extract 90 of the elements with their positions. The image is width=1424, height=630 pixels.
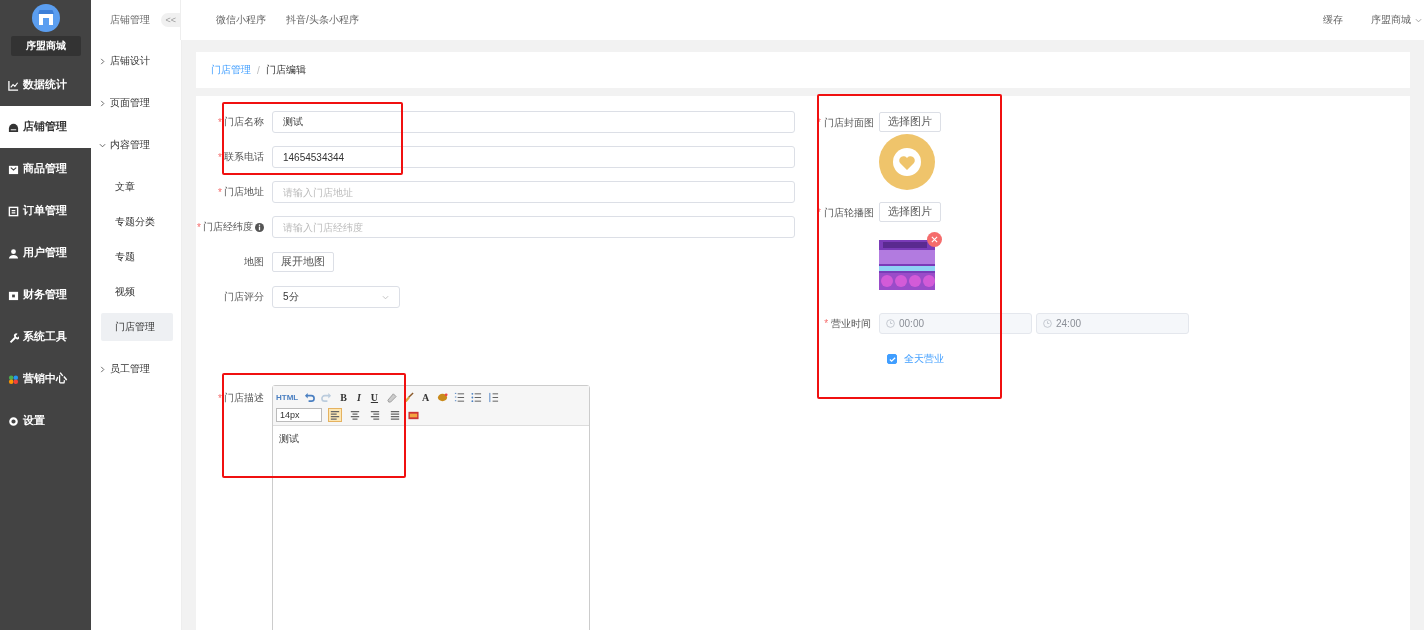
dome-icon <box>8 121 19 133</box>
required-mark: * <box>218 392 222 404</box>
list-icon <box>8 205 19 217</box>
editor-content: 测试 <box>278 432 300 446</box>
rich-text-editor[interactable]: HTML B I U A 14px 测试 <box>272 385 590 630</box>
choose-image-button[interactable]: 选择图片 <box>879 202 941 222</box>
chevron-icon <box>382 293 389 301</box>
sidebar-item[interactable]: 营销中心 <box>0 358 91 400</box>
map-button[interactable]: 展开地图 <box>272 252 334 272</box>
align-button[interactable] <box>388 408 402 422</box>
section-title: 店铺管理 <box>110 13 150 27</box>
field-label: 门店地址 <box>224 185 264 199</box>
user-menu[interactable]: 序盟商城 <box>1371 13 1422 27</box>
sidebar-item[interactable]: 商品管理 <box>0 148 91 190</box>
chevron-icon <box>99 141 106 149</box>
clock-icon <box>1043 319 1052 328</box>
sidebar-item[interactable]: 系统工具 <box>0 316 91 358</box>
chevron-icon <box>99 99 106 107</box>
settings-icon <box>8 415 19 427</box>
required-mark: * <box>824 318 829 329</box>
sidebar-item[interactable]: 设置 <box>0 400 91 442</box>
rating-select[interactable]: 5分 <box>272 286 400 308</box>
text-field[interactable]: 14654534344 <box>272 146 795 168</box>
html-button[interactable]: HTML <box>276 392 299 402</box>
wrench-icon <box>8 331 19 343</box>
nav-group[interactable]: 页面管理 <box>91 82 181 124</box>
field-label: 门店轮播图 <box>823 207 874 218</box>
close-icon <box>931 236 938 243</box>
pinwheel-icon <box>8 373 19 385</box>
platform-tab[interactable]: 抖音/头条小程序 <box>286 13 359 27</box>
bag-icon <box>8 163 19 175</box>
user-icon <box>8 247 19 259</box>
remove-image-button[interactable] <box>927 232 942 247</box>
sidebar-item[interactable]: 订单管理 <box>0 190 91 232</box>
brand-label: 序盟商城 <box>10 36 81 56</box>
align-button[interactable] <box>328 408 342 422</box>
clock-icon <box>886 319 895 328</box>
nav-item[interactable]: 视频 <box>101 278 173 306</box>
choose-image-button[interactable]: 选择图片 <box>879 112 941 132</box>
nav-group[interactable]: 店铺设计 <box>91 40 181 82</box>
breadcrumb-current: 门店编辑 <box>265 63 306 77</box>
field-label: 门店评分 <box>224 290 264 304</box>
platform-tab[interactable]: 微信小程序 <box>216 13 266 27</box>
field-label: 门店名称 <box>224 115 264 129</box>
chart-icon <box>8 79 19 91</box>
bold-button[interactable]: B <box>338 391 349 403</box>
nav-item[interactable]: 专题 <box>101 243 173 271</box>
highlight-icon[interactable] <box>437 391 449 403</box>
field-label: 联系电话 <box>224 150 264 164</box>
field-label: 门店经纬度 <box>203 220 253 234</box>
image-icon[interactable] <box>408 409 419 421</box>
sidebar-item[interactable]: 财务管理 <box>0 274 91 316</box>
required-mark: * <box>218 116 222 128</box>
sidebar-item[interactable]: 用户管理 <box>0 232 91 274</box>
text-field[interactable]: 测试 <box>272 111 795 133</box>
line-height-icon[interactable] <box>488 391 500 403</box>
align-button[interactable] <box>368 408 382 422</box>
font-color-button[interactable]: A <box>420 391 432 403</box>
wallet-icon <box>8 289 19 301</box>
chevron-icon <box>99 57 106 65</box>
nav-item[interactable]: 门店管理 <box>101 313 173 341</box>
required-mark: * <box>218 151 222 163</box>
required-mark: * <box>197 221 201 233</box>
checkbox[interactable] <box>887 354 897 364</box>
bullet-list-icon[interactable] <box>471 391 483 403</box>
undo-icon[interactable] <box>304 391 316 403</box>
font-size-select[interactable]: 14px <box>276 408 322 422</box>
sidebar-item[interactable]: 数据统计 <box>0 64 91 106</box>
sidebar-item[interactable]: 店铺管理 <box>0 106 91 148</box>
italic-button[interactable]: I <box>354 391 363 403</box>
field-label: 地图 <box>244 255 264 269</box>
field-label: 门店封面图 <box>823 117 874 128</box>
text-field[interactable]: 请输入门店经纬度 <box>272 216 795 238</box>
nav-item[interactable]: 专题分类 <box>101 208 173 236</box>
brush-icon[interactable] <box>403 391 415 403</box>
nav-group[interactable]: 内容管理 <box>91 124 181 166</box>
align-button[interactable] <box>348 408 362 422</box>
field-label: 营业时间 <box>831 318 871 329</box>
chevron-icon <box>99 365 106 373</box>
cache-link[interactable]: 缓存 <box>1323 13 1343 27</box>
chevron-icon <box>1415 16 1422 24</box>
numbered-list-icon[interactable] <box>454 391 466 403</box>
field-label: 门店描述 <box>224 391 264 405</box>
store-logo <box>31 4 60 32</box>
underline-button[interactable]: U <box>368 391 381 403</box>
nav-item[interactable]: 文章 <box>101 173 173 201</box>
cover-image <box>879 134 935 190</box>
required-mark: * <box>218 186 222 198</box>
breadcrumb-separator: / <box>257 64 260 76</box>
nav-group[interactable]: 员工管理 <box>91 348 181 390</box>
